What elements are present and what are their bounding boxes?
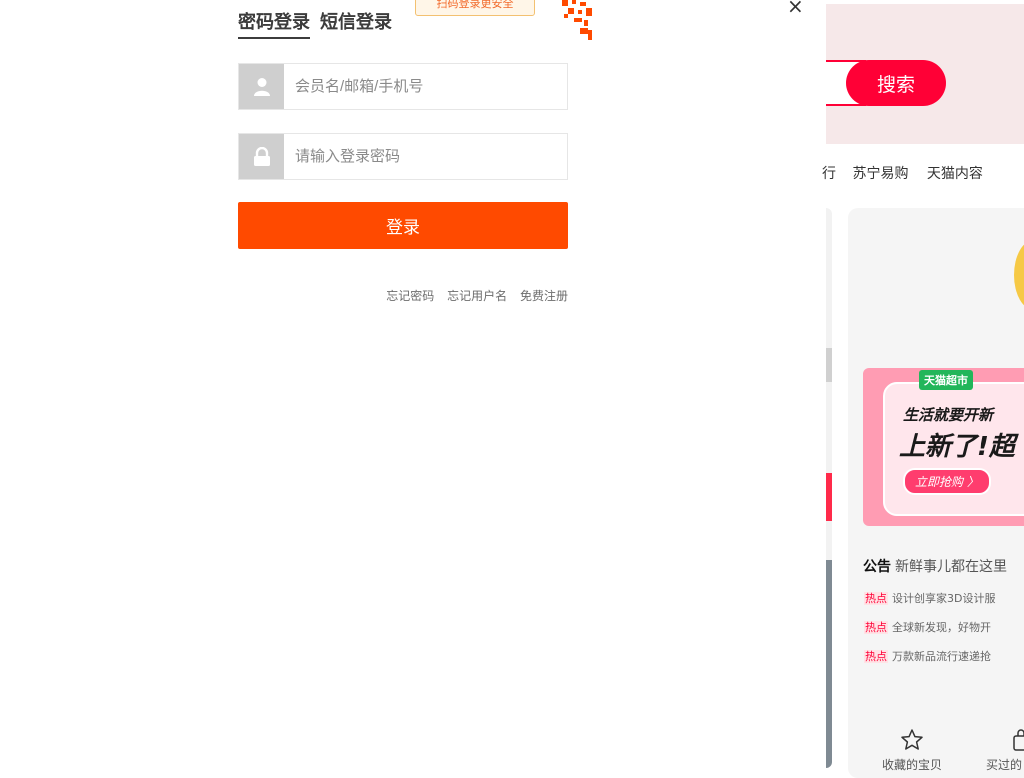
hot-item[interactable]: 热点 全球新发现，好物开 xyxy=(864,619,991,635)
login-button[interactable]: 登录 xyxy=(238,202,568,249)
favorites-label: 收藏的宝贝 xyxy=(882,758,943,772)
banner-buy-button[interactable]: 立即抢购 〉 xyxy=(903,468,991,495)
hot-text: 万款新品流行速递抢 xyxy=(892,650,991,663)
hot-tag: 热点 xyxy=(864,592,888,605)
banner-title: 上新了!超 xyxy=(899,432,1015,462)
hot-tag: 热点 xyxy=(864,650,888,663)
notice-text: 新鲜事儿都在这里 xyxy=(895,559,1007,575)
category-nav: 行 苏宁易购 天猫内容 xyxy=(822,163,997,183)
lock-icon xyxy=(239,134,284,179)
hot-item[interactable]: 热点 万款新品流行速递抢 xyxy=(864,648,991,664)
username-field xyxy=(238,63,568,110)
nav-link-suning[interactable]: 苏宁易购 xyxy=(852,166,908,182)
promo-banner[interactable]: 天猫超市 生活就要开新 上新了!超 立即抢购 〉 xyxy=(863,368,1024,526)
register-link[interactable]: 免费注册 xyxy=(520,289,568,303)
close-icon[interactable]: × xyxy=(787,0,804,18)
banner-headline: 生活就要开新 xyxy=(903,406,994,424)
search-button[interactable]: 搜索 xyxy=(846,60,946,106)
password-input[interactable] xyxy=(285,134,565,179)
notice-line[interactable]: 公告 新鲜事儿都在这里 xyxy=(863,556,1007,576)
hot-text: 设计创享家3D设计服 xyxy=(892,592,996,605)
notice-label: 公告 xyxy=(863,559,891,575)
favorites-link[interactable]: 收藏的宝贝 xyxy=(882,728,942,773)
hot-tag: 热点 xyxy=(864,621,888,634)
qr-code-toggle-icon[interactable] xyxy=(556,0,592,40)
bag-icon xyxy=(1010,728,1024,756)
user-icon xyxy=(239,64,284,109)
hot-item[interactable]: 热点 设计创享家3D设计服 xyxy=(864,590,995,606)
nav-link-tmall-content[interactable]: 天猫内容 xyxy=(927,166,983,182)
purchased-label: 买过的 xyxy=(986,758,1023,772)
nav-link-partial[interactable]: 行 xyxy=(822,166,836,182)
password-field xyxy=(238,133,568,180)
star-icon xyxy=(900,728,924,756)
qr-login-tip: 扫码登录更安全 xyxy=(415,0,535,16)
purchased-link[interactable]: 买过的 xyxy=(986,728,1024,773)
forgot-username-link[interactable]: 忘记用户名 xyxy=(447,289,507,303)
hot-text: 全球新发现，好物开 xyxy=(892,621,991,634)
login-help-links: 忘记密码 忘记用户名 免费注册 xyxy=(377,287,568,304)
forgot-password-link[interactable]: 忘记密码 xyxy=(386,289,434,303)
tab-sms-login[interactable]: 短信登录 xyxy=(320,10,392,36)
username-input[interactable] xyxy=(285,64,565,109)
tab-password-login[interactable]: 密码登录 xyxy=(238,10,310,39)
banner-tag: 天猫超市 xyxy=(919,370,973,390)
carousel-edge xyxy=(826,208,832,768)
